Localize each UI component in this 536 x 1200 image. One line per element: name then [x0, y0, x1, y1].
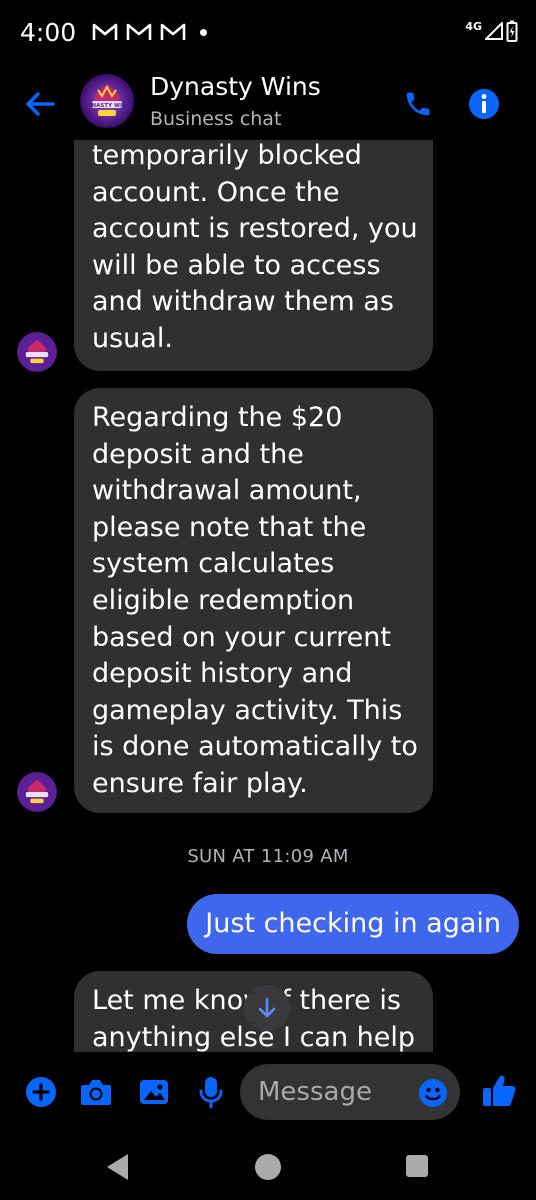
info-icon: [469, 89, 499, 119]
emoji-icon: [419, 1079, 447, 1107]
android-nav-bar: [0, 1136, 536, 1200]
microphone-icon: [199, 1077, 223, 1109]
message-list[interactable]: temporarily blocked account. Once the ac…: [0, 140, 536, 1052]
voice-call-button[interactable]: [396, 82, 440, 126]
like-button[interactable]: [480, 1072, 518, 1110]
status-bar: 4:00 4G: [0, 0, 536, 68]
scroll-to-bottom-button[interactable]: [244, 985, 290, 1031]
composer-bar: Message: [0, 1052, 536, 1136]
contact-avatar[interactable]: DYNASTY WINS: [80, 74, 134, 128]
arrow-down-icon: [258, 997, 276, 1018]
more-actions-button[interactable]: [23, 1074, 59, 1110]
plus-circle-icon: [26, 1077, 56, 1107]
notification-icons: [92, 22, 207, 42]
camera-button[interactable]: [78, 1074, 114, 1110]
logo-text: DYNASTY WINS: [83, 103, 130, 109]
back-button[interactable]: [18, 82, 62, 126]
info-button[interactable]: [462, 82, 506, 126]
battery-icon: [506, 20, 518, 42]
message-timestamp: SUN AT 11:09 AM: [187, 846, 349, 867]
image-icon: [140, 1080, 168, 1104]
sender-avatar: [17, 332, 57, 372]
chat-header: DYNASTY WINS Dynasty Wins Business chat: [0, 68, 536, 140]
incoming-message[interactable]: temporarily blocked account. Once the ac…: [74, 140, 433, 371]
dynasty-wins-logo: [17, 332, 57, 372]
status-time: 4:00: [20, 18, 77, 47]
gmail-icon: [92, 23, 118, 40]
more-notifications-dot: [200, 28, 207, 36]
emoji-button[interactable]: [418, 1078, 448, 1108]
nav-home-icon[interactable]: [255, 1154, 281, 1180]
thumbs-up-icon: [483, 1075, 516, 1106]
status-right: 4G: [465, 20, 518, 42]
nav-back-icon[interactable]: [104, 1152, 130, 1182]
camera-icon: [81, 1080, 111, 1105]
sender-avatar: [17, 772, 57, 812]
phone-icon: [406, 92, 430, 116]
voice-message-button[interactable]: [193, 1074, 229, 1110]
signal-icon: [485, 22, 503, 40]
nav-recents-icon[interactable]: [406, 1155, 428, 1177]
contact-subtitle: Business chat: [150, 108, 282, 130]
messenger-screen: 4:00 4G DYNASTY WINS Dynasty Wins Busine…: [0, 0, 536, 1200]
gmail-icon: [160, 23, 186, 40]
incoming-message[interactable]: Regarding the $20 deposit and the withdr…: [74, 388, 433, 813]
dynasty-wins-logo: DYNASTY WINS: [80, 74, 134, 128]
network-type: 4G: [465, 19, 482, 33]
gallery-button[interactable]: [136, 1074, 172, 1110]
gmail-icon: [126, 23, 152, 40]
contact-name[interactable]: Dynasty Wins: [150, 72, 321, 101]
outgoing-message[interactable]: Just checking in again: [187, 894, 519, 954]
dynasty-wins-logo: [17, 772, 57, 812]
back-arrow-icon: [26, 92, 55, 116]
